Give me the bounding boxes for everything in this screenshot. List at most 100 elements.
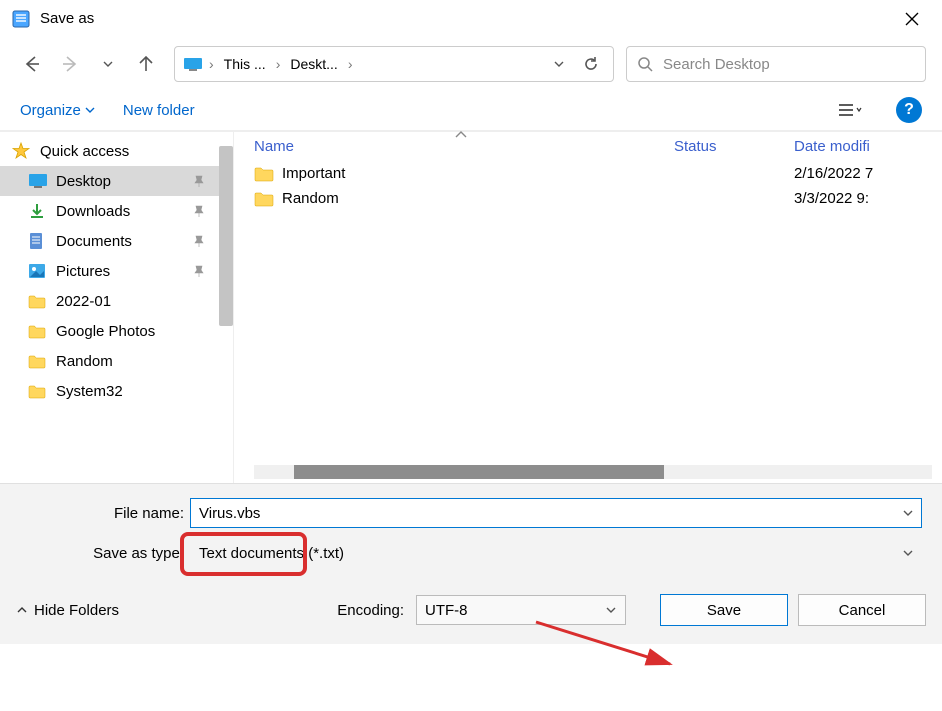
chevron-up-icon [16, 604, 28, 616]
sidebar-scrollbar[interactable] [219, 146, 233, 326]
file-date: 3/3/2022 9: [794, 190, 942, 207]
folder-icon [28, 322, 48, 340]
folder-icon [28, 292, 48, 310]
forward-button[interactable] [54, 48, 86, 80]
sidebar-item-label: Desktop [56, 173, 111, 190]
sort-indicator-icon [454, 130, 468, 140]
breadcrumb[interactable]: › This ... › Deskt... › [174, 46, 614, 82]
desktop-icon [28, 172, 48, 190]
sidebar-item-label: 2022-01 [56, 293, 111, 310]
type-value: Text documents (*.txt) [199, 545, 344, 562]
view-options-button[interactable] [832, 96, 868, 124]
folder-icon [254, 166, 274, 182]
folder-icon [254, 191, 274, 207]
toolbar: Organize New folder ? [0, 90, 942, 131]
chevron-right-icon: › [274, 56, 283, 72]
titlebar: Save as [0, 0, 942, 38]
main-area: Quick access Desktop Downloads Documents… [0, 131, 942, 483]
column-header-name[interactable]: Name [254, 138, 674, 155]
pin-icon [193, 265, 205, 277]
sidebar-item-label: Downloads [56, 203, 130, 220]
hide-folders-label: Hide Folders [34, 602, 119, 619]
new-folder-button[interactable]: New folder [123, 102, 195, 119]
filename-label: File name: [10, 505, 190, 522]
path-dropdown[interactable] [545, 50, 573, 78]
cancel-button[interactable]: Cancel [798, 594, 926, 626]
sidebar-item-label: System32 [56, 383, 123, 400]
sidebar: Quick access Desktop Downloads Documents… [0, 132, 234, 483]
sidebar-item-label: Pictures [56, 263, 110, 280]
hide-folders-button[interactable]: Hide Folders [16, 602, 119, 619]
sidebar-item-2022-01[interactable]: 2022-01 [0, 286, 233, 316]
file-name: Random [282, 190, 339, 207]
file-row[interactable]: Important 2/16/2022 7 [234, 161, 942, 186]
search-box[interactable] [626, 46, 926, 82]
organize-label: Organize [20, 102, 81, 119]
sidebar-item-label: Documents [56, 233, 132, 250]
file-list-pane: Name Status Date modifi Important 2/16/2… [234, 132, 942, 483]
chevron-right-icon: › [346, 56, 355, 72]
pc-icon [183, 56, 203, 72]
chevron-right-icon: › [207, 56, 216, 72]
organize-menu[interactable]: Organize [20, 102, 95, 119]
encoding-label: Encoding: [337, 602, 404, 619]
file-row[interactable]: Random 3/3/2022 9: [234, 186, 942, 211]
column-header-status[interactable]: Status [674, 138, 794, 155]
save-button-label: Save [707, 602, 741, 619]
pin-icon [193, 235, 205, 247]
sidebar-item-google-photos[interactable]: Google Photos [0, 316, 233, 346]
refresh-button[interactable] [577, 50, 605, 78]
sidebar-item-documents[interactable]: Documents [0, 226, 233, 256]
chevron-down-icon [605, 604, 617, 616]
chevron-down-icon[interactable] [902, 507, 914, 519]
pin-icon [193, 205, 205, 217]
sidebar-item-system32[interactable]: System32 [0, 376, 233, 406]
folder-icon [28, 382, 48, 400]
sidebar-item-label: Google Photos [56, 323, 155, 340]
sidebar-item-label: Random [56, 353, 113, 370]
sidebar-item-desktop[interactable]: Desktop [0, 166, 233, 196]
sidebar-quick-access[interactable]: Quick access [0, 136, 233, 166]
pin-icon [193, 175, 205, 187]
horizontal-scrollbar[interactable] [254, 465, 932, 479]
app-icon [12, 10, 30, 28]
star-icon [12, 142, 32, 160]
scrollbar-thumb[interactable] [294, 465, 664, 479]
up-button[interactable] [130, 48, 162, 80]
cancel-button-label: Cancel [839, 602, 886, 619]
chevron-down-icon [85, 105, 95, 115]
bottom-panel: File name: Save as type: Text documents … [0, 483, 942, 580]
crumb-this-pc[interactable]: This ... [220, 56, 270, 72]
help-icon: ? [904, 101, 914, 119]
encoding-value: UTF-8 [425, 602, 468, 619]
save-as-type-select[interactable]: Text documents (*.txt) [190, 538, 922, 568]
column-headers: Name Status Date modifi [234, 132, 942, 161]
search-input[interactable] [663, 56, 915, 73]
sidebar-item-label: Quick access [40, 143, 129, 160]
picture-icon [28, 262, 48, 280]
new-folder-label: New folder [123, 102, 195, 119]
document-icon [28, 232, 48, 250]
file-name: Important [282, 165, 345, 182]
save-button[interactable]: Save [660, 594, 788, 626]
chevron-down-icon[interactable] [902, 547, 914, 559]
sidebar-item-random[interactable]: Random [0, 346, 233, 376]
search-icon [637, 56, 653, 72]
footer: Hide Folders Encoding: UTF-8 Save Cancel [0, 580, 942, 644]
window-title: Save as [40, 10, 894, 27]
encoding-select[interactable]: UTF-8 [416, 595, 626, 625]
sidebar-item-pictures[interactable]: Pictures [0, 256, 233, 286]
crumb-desktop[interactable]: Deskt... [286, 56, 341, 72]
close-button[interactable] [894, 3, 930, 35]
back-button[interactable] [16, 48, 48, 80]
recent-dropdown[interactable] [92, 48, 124, 80]
sidebar-item-downloads[interactable]: Downloads [0, 196, 233, 226]
nav-row: › This ... › Deskt... › [0, 38, 942, 90]
file-date: 2/16/2022 7 [794, 165, 942, 182]
help-button[interactable]: ? [896, 97, 922, 123]
save-as-type-label: Save as type: [10, 545, 190, 562]
filename-input[interactable] [190, 498, 922, 528]
column-header-date[interactable]: Date modifi [794, 138, 942, 155]
folder-icon [28, 352, 48, 370]
download-icon [28, 202, 48, 220]
